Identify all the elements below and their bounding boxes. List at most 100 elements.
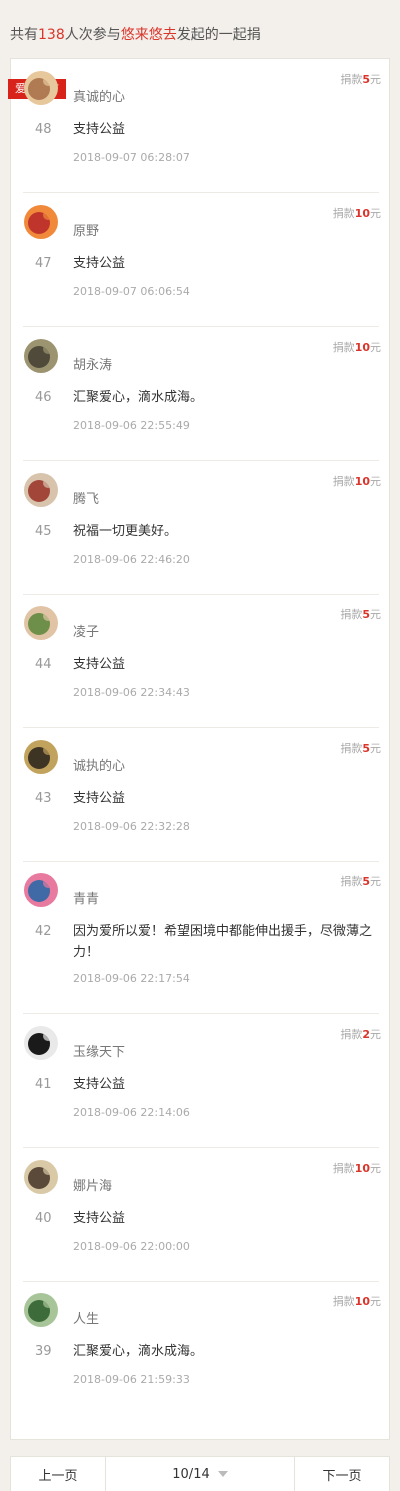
donor-name: 凌子 [73,625,100,640]
message-text: 支持公益 [73,791,126,806]
amount-value: 10 [354,341,370,354]
donor-name: 玉缘天下 [73,1045,126,1060]
amount-value: 10 [354,475,370,488]
timestamp: 2018-09-06 22:34:43 [73,686,190,699]
list-item: 青青 捐款5元 42 因为爱所以爱！希望困境中都能伸出援手，尽微薄之力！ 2018-09… [11,861,391,1014]
donation-amount: 捐款10元 [333,473,381,489]
amount-unit: 元 [370,742,381,755]
donation-amount: 捐款10元 [333,339,381,355]
donor-name: 胡永涛 [73,358,113,373]
entry-index: 46 [35,390,52,405]
amount-value: 5 [362,875,370,888]
amount-label: 捐款 [332,1295,355,1308]
avatar[interactable] [24,873,58,907]
amount-label: 捐款 [340,875,363,888]
avatar[interactable] [24,740,58,774]
donation-amount: 捐款5元 [340,71,381,87]
amount-label: 捐款 [340,742,363,755]
current-page: 10/14 [172,1466,210,1482]
next-page-button[interactable]: 下一页 [294,1457,389,1491]
amount-label: 捐款 [340,608,363,621]
avatar[interactable] [24,1160,58,1194]
message-text: 支持公益 [73,256,126,271]
entry-index: 43 [35,791,52,806]
amount-value: 5 [362,608,370,621]
entry-index: 48 [35,122,52,137]
avatar[interactable] [24,339,58,373]
timestamp: 2018-09-06 22:17:54 [73,972,190,985]
amount-unit: 元 [370,875,381,888]
summary-suffix: 发起的一起捐 [176,27,261,43]
timestamp: 2018-09-06 21:59:33 [73,1373,190,1386]
donor-name: 青青 [73,892,100,907]
amount-value: 5 [362,73,370,86]
message-text: 因为爱所以爱！希望困境中都能伸出援手，尽微薄之力！ [73,924,373,960]
entry-index: 45 [35,524,52,539]
list-item: 玉缘天下 捐款2元 41 支持公益 2018-09-06 22:14:06 [11,1014,391,1148]
donation-amount: 捐款10元 [333,205,381,221]
participant-count: 138 [38,27,65,43]
donor-name: 原野 [73,224,100,239]
entry-index: 44 [35,657,52,672]
list-item: 人生 捐款10元 39 汇聚爱心，滴水成海。 2018-09-06 21:59:33 [11,1281,391,1415]
avatar[interactable] [24,1293,58,1327]
donor-name: 娜片海 [73,1179,113,1194]
timestamp: 2018-09-06 22:32:28 [73,820,190,833]
amount-label: 捐款 [332,1162,355,1175]
avatar[interactable] [24,1026,58,1060]
amount-unit: 元 [370,1162,381,1175]
entry-index: 42 [35,924,52,939]
donor-name: 人生 [73,1312,100,1327]
list-item: 胡永涛 捐款10元 46 汇聚爱心，滴水成海。 2018-09-06 22:55:49 [11,327,391,461]
avatar[interactable] [24,205,58,239]
summary-middle: 人次参与 [64,27,121,43]
message-text: 支持公益 [73,657,126,672]
avatar[interactable] [24,71,58,105]
entry-index: 41 [35,1077,52,1092]
amount-value: 5 [362,742,370,755]
amount-value: 2 [362,1028,370,1041]
donor-name: 真诚的心 [73,90,126,105]
list-item: 诚执的心 捐款5元 43 支持公益 2018-09-06 22:32:28 [11,728,391,862]
amount-unit: 元 [370,475,381,488]
donation-amount: 捐款10元 [333,1293,381,1309]
amount-unit: 元 [370,207,381,220]
list-item: 娜片海 捐款10元 40 支持公益 2018-09-06 22:00:00 [11,1148,391,1282]
list-item: 原野 捐款10元 47 支持公益 2018-09-07 06:06:54 [11,193,391,327]
amount-unit: 元 [370,341,381,354]
amount-value: 10 [354,1295,370,1308]
list-item: 凌子 捐款5元 44 支持公益 2018-09-06 22:34:43 [11,594,391,728]
amount-unit: 元 [370,1028,381,1041]
list-item: 真诚的心 捐款5元 48 支持公益 2018-09-07 06:28:07 [11,59,391,193]
donor-name: 腾飞 [73,492,100,507]
amount-unit: 元 [370,73,381,86]
message-text: 支持公益 [73,122,126,137]
timestamp: 2018-09-06 22:55:49 [73,419,190,432]
amount-label: 捐款 [332,475,355,488]
amount-unit: 元 [370,608,381,621]
initiator-name[interactable]: 悠来悠去 [121,27,177,43]
avatar[interactable] [24,473,58,507]
summary-prefix: 共有 [10,27,38,43]
list-item: 腾飞 捐款10元 45 祝福一切更美好。 2018-09-06 22:46:20 [11,461,391,595]
entry-index: 47 [35,256,52,271]
prev-page-button[interactable]: 上一页 [11,1457,106,1491]
amount-label: 捐款 [340,73,363,86]
amount-value: 10 [354,207,370,220]
message-text: 支持公益 [73,1077,126,1092]
donation-amount: 捐款5元 [340,740,381,756]
amount-unit: 元 [370,1295,381,1308]
page-selector[interactable]: 10/14 [106,1457,294,1491]
avatar[interactable] [24,606,58,640]
entry-index: 40 [35,1211,52,1226]
timestamp: 2018-09-06 22:46:20 [73,553,190,566]
timestamp: 2018-09-07 06:06:54 [73,285,190,298]
message-text: 祝福一切更美好。 [73,524,178,539]
pagination: 上一页 10/14 下一页 [10,1456,390,1491]
message-text: 支持公益 [73,1211,126,1226]
message-text: 汇聚爱心，滴水成海。 [73,1344,204,1359]
chevron-down-icon [217,1471,228,1477]
message-card: 爱心留言 真诚的心捐款5元48支持公益2018-09-07 06:28:07原野… [8,58,391,1440]
participation-summary: 共有138人次参与悠来悠去发起的一起捐 [10,24,261,44]
donation-amount: 捐款2元 [340,1026,381,1042]
